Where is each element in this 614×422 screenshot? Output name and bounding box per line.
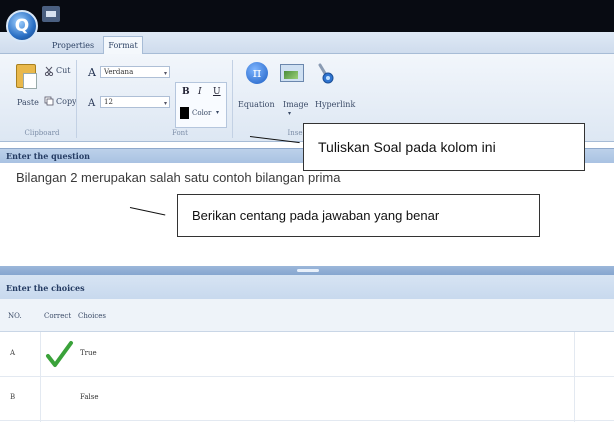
column-divider xyxy=(574,332,575,422)
chevron-down-icon[interactable]: ▾ xyxy=(288,110,291,117)
tab-format[interactable]: Format xyxy=(103,36,143,54)
title-bar xyxy=(0,0,614,32)
text-format-box: B I U Color ▾ xyxy=(175,82,227,128)
cut-button-label[interactable]: Cut xyxy=(56,66,71,75)
group-separator xyxy=(76,60,77,138)
underline-button[interactable]: U xyxy=(213,87,221,97)
paste-button-label[interactable]: Paste xyxy=(17,98,39,107)
font-size-icon: A xyxy=(88,98,96,109)
column-header-no[interactable]: NO. xyxy=(8,312,22,320)
question-text[interactable]: Bilangan 2 merupakan salah satu contoh b… xyxy=(16,170,341,185)
cut-icon[interactable] xyxy=(44,66,54,76)
choices-header-label: Enter the choices xyxy=(6,283,85,293)
font-size-value: 12 xyxy=(104,98,113,106)
font-family-icon: A xyxy=(88,66,96,79)
app-icon-letter: Q xyxy=(14,16,30,36)
choices-column-header-row: NO. Correct Choices xyxy=(0,299,614,332)
font-family-select[interactable]: Verdana ▾ xyxy=(100,66,170,78)
column-header-correct[interactable]: Correct xyxy=(44,312,71,320)
chevron-down-icon[interactable]: ▾ xyxy=(216,109,219,116)
checkmark-icon[interactable] xyxy=(44,340,74,370)
hyperlink-icon[interactable] xyxy=(316,62,336,84)
chevron-down-icon: ▾ xyxy=(163,70,167,77)
save-icon[interactable] xyxy=(42,6,60,22)
group-separator xyxy=(232,60,233,138)
text-color-swatch[interactable] xyxy=(180,107,189,119)
table-row[interactable]: A True xyxy=(0,333,614,377)
font-family-value: Verdana xyxy=(104,68,134,76)
bold-button[interactable]: B xyxy=(182,87,190,97)
question-header-label: Enter the question xyxy=(6,151,90,161)
choice-id: B xyxy=(10,393,16,401)
color-button-label[interactable]: Color xyxy=(192,109,211,117)
table-row[interactable]: B False xyxy=(0,377,614,421)
paste-icon[interactable] xyxy=(16,64,37,89)
annotation-text: Berikan centang pada jawaban yang benar xyxy=(192,208,440,223)
app-menu-button[interactable]: Q xyxy=(6,10,38,42)
choices-section-header: Enter the choices xyxy=(0,275,614,299)
image-icon[interactable] xyxy=(280,64,304,82)
column-divider xyxy=(40,332,41,422)
choice-text[interactable]: False xyxy=(80,393,99,401)
italic-button[interactable]: I xyxy=(198,87,202,97)
annotation-callout-choices: Berikan centang pada jawaban yang benar xyxy=(177,194,540,237)
equation-icon[interactable]: π xyxy=(246,62,268,84)
column-header-choices[interactable]: Choices xyxy=(78,312,106,320)
annotation-text: Tuliskan Soal pada kolom ini xyxy=(318,139,496,155)
hyperlink-button-label[interactable]: Hyperlink xyxy=(315,100,355,109)
choice-id: A xyxy=(10,349,16,357)
font-size-select[interactable]: 12 ▾ xyxy=(100,96,170,108)
choice-text[interactable]: True xyxy=(80,349,97,357)
clipboard-group-caption: Clipboard xyxy=(24,129,60,137)
font-group-caption: Font xyxy=(171,129,188,137)
chevron-down-icon: ▾ xyxy=(163,100,167,107)
pane-splitter[interactable] xyxy=(0,266,614,275)
image-button-label[interactable]: Image xyxy=(283,100,308,109)
annotation-callout-question: Tuliskan Soal pada kolom ini xyxy=(303,123,585,171)
equation-button-label[interactable]: Equation xyxy=(238,100,275,109)
ribbon-tab-row: Properties Format xyxy=(0,32,614,54)
correct-checkbox-empty[interactable] xyxy=(44,384,74,414)
copy-icon[interactable] xyxy=(44,96,54,106)
tab-properties[interactable]: Properties xyxy=(44,36,102,54)
splitter-grip[interactable] xyxy=(297,269,319,272)
copy-button-label[interactable]: Copy xyxy=(56,97,77,106)
